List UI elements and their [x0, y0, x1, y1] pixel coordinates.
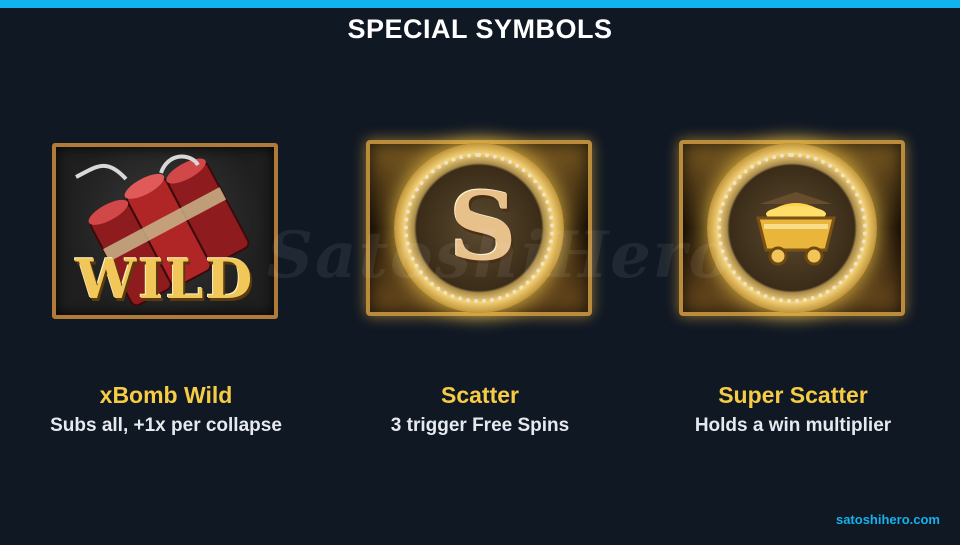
top-accent-bar: [0, 0, 960, 8]
symbol-description: 3 trigger Free Spins: [390, 415, 570, 436]
symbol-name: Scatter: [441, 382, 519, 408]
symbol-name: xBomb Wild: [99, 382, 233, 408]
symbol-description: Holds a win multiplier: [694, 415, 892, 436]
page-title: SPECIAL SYMBOLS: [347, 14, 613, 44]
brand-watermark: SatoshiHero: [266, 218, 734, 293]
mine-cart-coin-icon: [756, 192, 836, 266]
symbol-name: Super Scatter: [718, 382, 868, 408]
site-link[interactable]: satoshihero.com: [836, 512, 940, 527]
symbol-description: Subs all, +1x per collapse: [50, 415, 282, 436]
